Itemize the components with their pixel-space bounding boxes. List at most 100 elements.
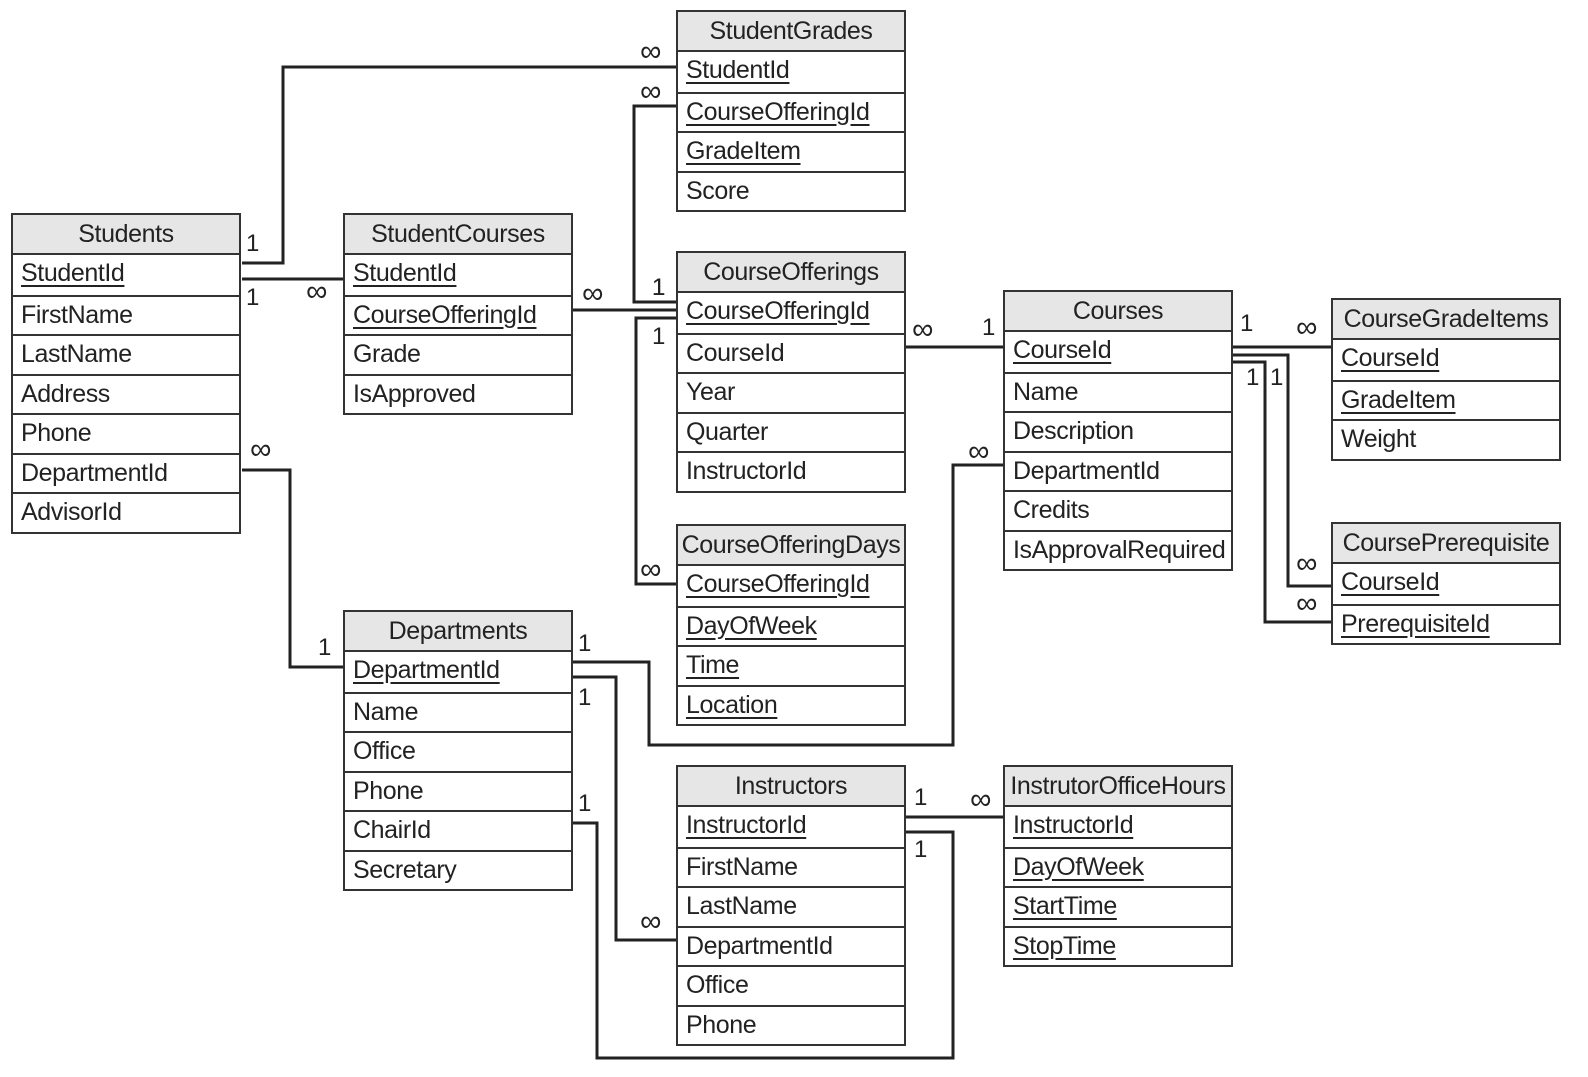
field-row: Location xyxy=(678,684,904,725)
field-row: GradeItem xyxy=(678,131,904,171)
cardinality-one: 1 xyxy=(246,230,260,257)
field-name: Name xyxy=(353,697,419,726)
field-name: Time xyxy=(686,651,740,679)
cardinality-many: ∞ xyxy=(306,275,328,308)
field-row: Quarter xyxy=(678,411,904,452)
field-row: Phone xyxy=(345,770,571,811)
field-row: DayOfWeek xyxy=(1005,846,1231,887)
field-name: InstructorId xyxy=(686,457,807,485)
field-name: CourseOfferingId xyxy=(686,570,870,598)
field-row: LastName xyxy=(13,334,239,374)
field-name: InstructorId xyxy=(1013,811,1134,839)
field-row: Phone xyxy=(678,1004,904,1045)
field-row: Office xyxy=(345,731,571,771)
field-name: CourseId xyxy=(1341,344,1440,372)
field-row: StudentId xyxy=(345,255,571,295)
cardinality-many: ∞ xyxy=(970,783,992,816)
cardinality-one: 1 xyxy=(318,634,332,661)
field-row: DepartmentId xyxy=(678,925,904,966)
table-title: Instructors xyxy=(678,767,904,807)
relationship-line xyxy=(632,104,676,304)
table-title: Students xyxy=(13,215,239,255)
field-name: Year xyxy=(686,378,735,406)
field-row: DepartmentId xyxy=(13,452,239,493)
field-name: GradeItem xyxy=(686,137,801,165)
cardinality-many: ∞ xyxy=(912,313,934,346)
field-row: Phone xyxy=(13,413,239,453)
table-instrutorofficehours: InstrutorOfficeHours InstructorId DayOfWee… xyxy=(1003,765,1233,967)
field-row: Name xyxy=(1005,371,1231,412)
table-studentgrades: StudentGrades StudentId CourseOfferingId Gr… xyxy=(676,10,906,212)
field-row: InstructorId xyxy=(678,451,904,491)
field-name: Office xyxy=(353,737,416,765)
table-instructors: Instructors InstructorId FirstName LastName… xyxy=(676,765,906,1046)
cardinality-one: 1 xyxy=(578,630,592,657)
field-row: Weight xyxy=(1333,419,1559,459)
cardinality-one: 1 xyxy=(1246,364,1260,391)
table-courseprerequisite: CoursePrerequisite CourseId PrerequisiteId xyxy=(1331,522,1561,645)
field-row: DepartmentId xyxy=(345,652,571,692)
field-row: StopTime xyxy=(1005,925,1231,966)
field-name: Secretary xyxy=(353,855,457,884)
field-name: Weight xyxy=(1341,425,1416,453)
field-name: Office xyxy=(686,971,749,999)
cardinality-many: ∞ xyxy=(640,553,662,586)
field-row: CourseOfferingId xyxy=(345,294,571,335)
cardinality-many: ∞ xyxy=(968,435,990,468)
table-title: StudentGrades xyxy=(678,12,904,52)
table-courses: Courses CourseId Name Description Department… xyxy=(1003,290,1233,571)
table-courseofferings: CourseOfferings CourseOfferingId CourseId Y… xyxy=(676,251,906,493)
table-title: CoursePrerequisite xyxy=(1333,524,1559,564)
field-row: ChairId xyxy=(345,810,571,850)
field-row: CourseId xyxy=(1333,340,1559,380)
cardinality-many: ∞ xyxy=(250,433,272,466)
field-row: IsApprovalRequired xyxy=(1005,529,1231,570)
cardinality-one: 1 xyxy=(914,784,928,811)
field-row: FirstName xyxy=(678,846,904,887)
field-name: StudentId xyxy=(353,259,457,287)
field-name: IsApproved xyxy=(353,379,476,408)
field-row: Year xyxy=(678,372,904,412)
table-title: InstrutorOfficeHours xyxy=(1005,767,1231,807)
table-title: CourseGradeItems xyxy=(1333,300,1559,340)
field-name: DepartmentId xyxy=(353,656,500,684)
field-row: FirstName xyxy=(13,294,239,335)
cardinality-many: ∞ xyxy=(1296,587,1318,620)
field-name: DepartmentId xyxy=(1013,456,1160,485)
field-name: StudentId xyxy=(21,259,125,287)
field-name: CourseOfferingId xyxy=(686,297,870,325)
field-name: AdvisorId xyxy=(21,498,122,526)
field-name: Phone xyxy=(21,419,92,447)
field-name: GradeItem xyxy=(1341,385,1456,414)
field-row: DayOfWeek xyxy=(678,605,904,646)
table-coursegradeitems: CourseGradeItems CourseId GradeItem Weight xyxy=(1331,298,1561,461)
field-name: DepartmentId xyxy=(21,458,168,487)
field-name: StartTime xyxy=(1013,892,1117,920)
field-name: DepartmentId xyxy=(686,931,833,960)
table-departments: Departments DepartmentId Name Office Phone Ch… xyxy=(343,610,573,891)
cardinality-one: 1 xyxy=(1240,310,1254,337)
field-row: Score xyxy=(678,170,904,211)
field-name: DayOfWeek xyxy=(686,611,817,640)
table-studentcourses: StudentCourses StudentId CourseOfferingId G… xyxy=(343,213,573,415)
field-row: Secretary xyxy=(345,849,571,890)
table-title: StudentCourses xyxy=(345,215,571,255)
field-name: Address xyxy=(21,379,110,408)
cardinality-one: 1 xyxy=(578,684,592,711)
field-row: GradeItem xyxy=(1333,379,1559,420)
field-name: Score xyxy=(686,176,750,205)
table-title: CourseOfferings xyxy=(678,253,904,293)
table-title: CourseOfferingDays xyxy=(678,526,904,566)
cardinality-many: ∞ xyxy=(582,277,604,310)
field-row: Time xyxy=(678,645,904,685)
field-name: Quarter xyxy=(686,417,768,446)
field-row: CourseId xyxy=(678,332,904,373)
field-row: StartTime xyxy=(1005,886,1231,926)
field-name: StudentId xyxy=(686,56,790,84)
field-row: StudentId xyxy=(13,255,239,295)
table-courseofferingdays: CourseOfferingDays CourseOfferingId DayOfW… xyxy=(676,524,906,726)
field-name: Name xyxy=(1013,377,1079,406)
table-title: Courses xyxy=(1005,292,1231,332)
field-name: CourseId xyxy=(1341,568,1440,596)
field-name: Credits xyxy=(1013,496,1090,524)
